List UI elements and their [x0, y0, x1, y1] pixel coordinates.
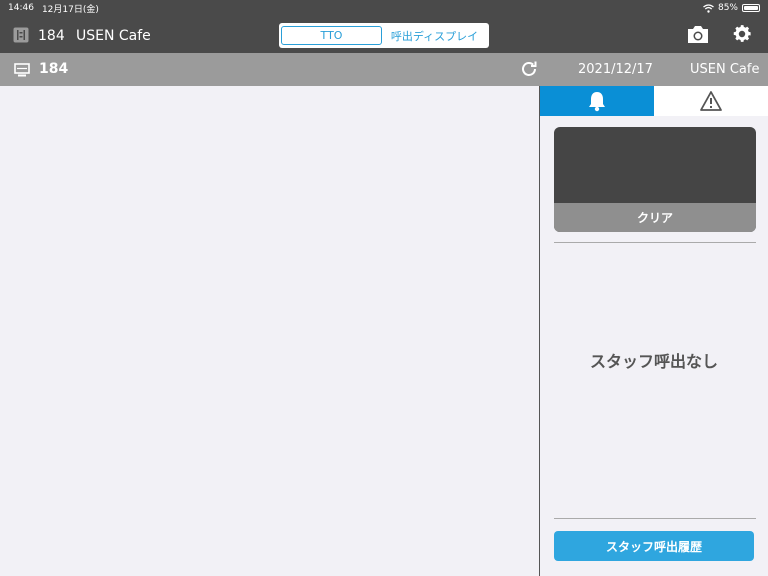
wifi-icon [703, 3, 714, 13]
sub-header: 184 2021/12/17 USEN Cafe [0, 53, 768, 86]
status-bar: 14:46 12月17日(金) 85% [0, 0, 768, 16]
gear-icon[interactable] [731, 23, 753, 45]
call-card: クリア [554, 127, 756, 232]
call-history-button[interactable]: スタッフ呼出履歴 [554, 531, 754, 561]
terminal-number: 184 [39, 61, 69, 77]
terminal-icon [14, 63, 30, 77]
segment-call-display[interactable]: 呼出ディスプレイ [382, 26, 487, 45]
clear-button[interactable]: クリア [554, 203, 756, 232]
store-name: USEN Cafe [76, 28, 151, 44]
divider [554, 518, 756, 519]
bell-icon [589, 92, 605, 112]
panel-tabs [540, 86, 768, 116]
empty-state-message: スタッフ呼出なし [589, 352, 718, 371]
shop-name: USEN Cafe [690, 62, 760, 77]
battery-percent: 85% [717, 3, 738, 13]
status-date: 12月17日(金) [41, 4, 99, 15]
tab-staff-call[interactable] [540, 86, 654, 116]
camera-icon[interactable] [686, 23, 710, 45]
status-time: 14:46 [8, 3, 34, 13]
warning-icon [700, 91, 722, 111]
staff-call-panel: クリア スタッフ呼出なし スタッフ呼出履歴 [540, 86, 768, 576]
app-header: 184 USEN Cafe TTO 呼出ディスプレイ [0, 16, 768, 53]
tab-alerts[interactable] [654, 86, 768, 116]
segment-tto[interactable]: TTO [281, 26, 382, 45]
status-right: 85% [703, 3, 760, 13]
store-number: 184 [38, 28, 65, 44]
current-date: 2021/12/17 [578, 62, 653, 77]
divider [554, 242, 756, 243]
refresh-icon[interactable] [520, 60, 538, 78]
mode-segmented-control: TTO 呼出ディスプレイ [279, 23, 489, 48]
main-content-area [0, 86, 539, 576]
battery-icon [742, 4, 760, 12]
store-icon [13, 27, 29, 43]
